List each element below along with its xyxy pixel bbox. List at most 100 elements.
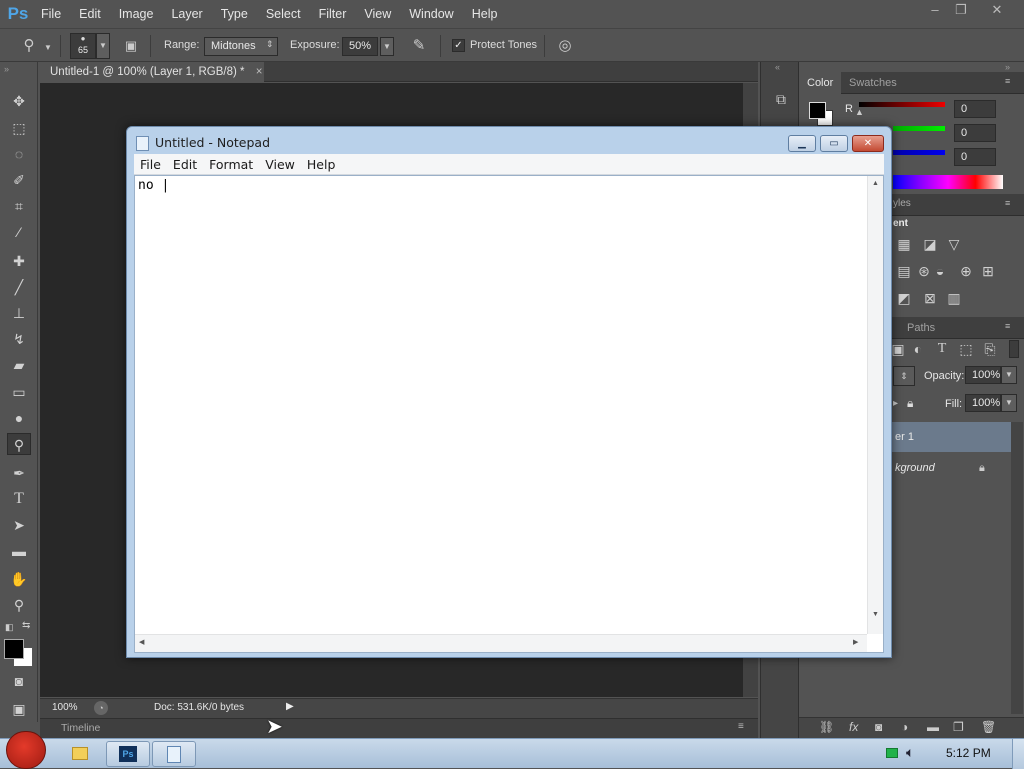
status-share-icon[interactable]: ◔ <box>94 701 108 715</box>
menu-select[interactable]: Select <box>257 0 310 28</box>
notepad-menu-edit[interactable]: Edit <box>167 157 203 172</box>
grid-adjustment-icon[interactable]: ⊞ <box>979 263 997 279</box>
filter-toggle[interactable] <box>1009 340 1019 358</box>
zoom-icon[interactable]: ⚲ <box>18 35 40 57</box>
notepad-minimize-button[interactable]: ▁ <box>788 135 816 152</box>
move-icon[interactable]: ✥ <box>7 90 31 112</box>
exposure-input[interactable]: 50% <box>342 37 378 56</box>
selective-color-icon[interactable]: ▥ <box>945 290 963 306</box>
swap-colors-icon[interactable]: ⇆ <box>22 620 30 631</box>
panel-menu-icon[interactable]: ≡ <box>1005 321 1010 331</box>
pen-icon[interactable]: ✒ <box>7 462 31 484</box>
gradient-icon[interactable]: ▭ <box>7 381 31 403</box>
notepad-menu-view[interactable]: View <box>259 157 301 172</box>
path-select-icon[interactable]: ➤ <box>7 514 31 536</box>
chevron-down-icon[interactable]: ▼ <box>44 43 52 52</box>
menu-filter[interactable]: Filter <box>310 0 356 28</box>
menu-layer[interactable]: Layer <box>162 0 211 28</box>
notepad-horizontal-scrollbar[interactable]: ◀ ▶ <box>135 634 867 652</box>
blue-value-input[interactable]: 0 <box>954 148 996 166</box>
close-icon[interactable]: × <box>256 66 263 78</box>
brush-size-picker[interactable]: ● 65 <box>70 33 96 59</box>
panel-menu-icon[interactable]: ≡ <box>1005 76 1010 86</box>
new-adjustment-icon[interactable]: ◑ <box>901 720 908 734</box>
notepad-close-button[interactable]: ✕ <box>852 135 884 152</box>
pressure-icon[interactable]: ◎ <box>554 35 576 57</box>
menu-image[interactable]: Image <box>110 0 163 28</box>
red-slider[interactable] <box>859 102 945 107</box>
marquee-icon[interactable]: ⬚ <box>7 117 31 139</box>
healing-icon[interactable]: ✚ <box>7 250 31 272</box>
foreground-color-swatch[interactable] <box>809 102 826 119</box>
lasso-icon[interactable]: ◌ <box>7 143 31 165</box>
history-brush-icon[interactable]: ↯ <box>7 328 31 350</box>
opacity-dropdown[interactable]: ▼ <box>1001 366 1017 384</box>
notepad-menu-file[interactable]: File <box>134 157 167 172</box>
timeline-tab[interactable]: Timeline <box>61 722 100 734</box>
menu-edit[interactable]: Edit <box>70 0 110 28</box>
fill-input[interactable]: 100% <box>965 394 1001 412</box>
blur-icon[interactable]: ● <box>7 407 31 429</box>
levels-adjustment-icon[interactable]: ▦ <box>895 236 913 252</box>
menu-type[interactable]: Type <box>212 0 257 28</box>
gradient-map-icon[interactable]: ▽ <box>945 236 963 252</box>
fill-dropdown[interactable]: ▼ <box>1001 394 1017 412</box>
ps-close-button[interactable]: ✕ <box>982 0 1012 20</box>
posterize-icon[interactable]: ◩ <box>895 290 913 306</box>
smart-object-filter-icon[interactable]: ⎘ <box>981 341 999 357</box>
green-slider[interactable] <box>893 126 945 131</box>
scroll-down-icon[interactable]: ▼ <box>868 611 883 618</box>
add-mask-icon[interactable]: ◙ <box>875 720 882 734</box>
zoom-level[interactable]: 100% <box>52 702 78 713</box>
volume-icon[interactable]: 🔈︎ <box>906 744 914 761</box>
status-menu-arrow-icon[interactable]: ▶ <box>286 701 294 712</box>
tab-color[interactable]: Color <box>799 72 842 94</box>
threshold-icon[interactable]: ⊠ <box>921 290 939 306</box>
clock[interactable]: 5:12 PM <box>946 746 991 760</box>
layers-scrollbar[interactable] <box>1011 422 1023 714</box>
green-value-input[interactable]: 0 <box>954 124 996 142</box>
lock-all-icon[interactable]: 🔒︎ <box>907 396 913 411</box>
quick-select-icon[interactable]: ✐ <box>7 169 31 191</box>
trash-icon[interactable]: 🗑︎ <box>981 720 996 734</box>
scroll-right-icon[interactable]: ▶ <box>853 638 858 646</box>
eyedropper-icon[interactable]: ⁄ <box>7 221 31 243</box>
tab-styles[interactable]: yles <box>893 198 911 209</box>
adjustment-filter-icon[interactable]: ◐ <box>909 341 927 357</box>
document-tab[interactable]: Untitled-1 @ 100% (Layer 1, RGB/8) * × <box>40 62 264 82</box>
task-folder-button[interactable] <box>58 741 102 767</box>
new-group-icon[interactable]: ▬ <box>927 720 939 734</box>
type-filter-icon[interactable]: T <box>933 341 951 357</box>
angry-birds-icon[interactable] <box>6 731 46 769</box>
lock-position-icon[interactable]: ▸ <box>893 398 898 409</box>
notepad-menu-format[interactable]: Format <box>203 157 259 172</box>
notepad-window[interactable]: Untitled - Notepad ▁ ▭ ✕ File Edit Forma… <box>126 126 892 658</box>
tab-paths[interactable]: Paths <box>899 317 943 339</box>
notepad-menu-help[interactable]: Help <box>301 157 342 172</box>
eraser-icon[interactable]: ▰ <box>7 354 31 376</box>
collapse-icon[interactable]: « <box>775 62 780 72</box>
menu-window[interactable]: Window <box>400 0 462 28</box>
collapse-icon[interactable]: » <box>1005 62 1010 72</box>
stamp-icon[interactable]: ⊥ <box>7 302 31 324</box>
blue-slider[interactable] <box>893 150 945 155</box>
type-icon[interactable]: T <box>7 488 31 510</box>
scroll-left-icon[interactable]: ◀ <box>139 638 144 646</box>
protect-tones-checkbox[interactable]: ✓ <box>452 39 465 52</box>
link-layers-icon[interactable]: ⛓ <box>819 720 834 734</box>
airbrush-icon[interactable]: ✎ <box>408 35 430 57</box>
expand-icon[interactable]: » <box>4 64 9 74</box>
task-photoshop-button[interactable]: Ps <box>106 741 150 767</box>
notepad-text-area[interactable]: no | ▲ ▼ ◀ ▶ <box>134 175 884 653</box>
color-spectrum-bar[interactable] <box>893 175 1003 189</box>
channel-mixer-icon[interactable]: ◒ <box>931 263 949 279</box>
history-panel-icon[interactable]: ⧉ <box>770 88 792 110</box>
blend-mode-select[interactable]: ⇕ <box>893 366 915 386</box>
slider-thumb-icon[interactable]: ▲ <box>855 107 864 117</box>
network-icon[interactable] <box>886 748 898 758</box>
red-value-input[interactable]: 0 <box>954 100 996 118</box>
new-layer-icon[interactable]: ❐ <box>953 720 964 734</box>
shape-filter-icon[interactable]: ⬚ <box>957 341 975 357</box>
screen-mode-icon[interactable]: ▣ <box>7 698 31 720</box>
color-lookup-icon[interactable]: ⊕ <box>957 263 975 279</box>
